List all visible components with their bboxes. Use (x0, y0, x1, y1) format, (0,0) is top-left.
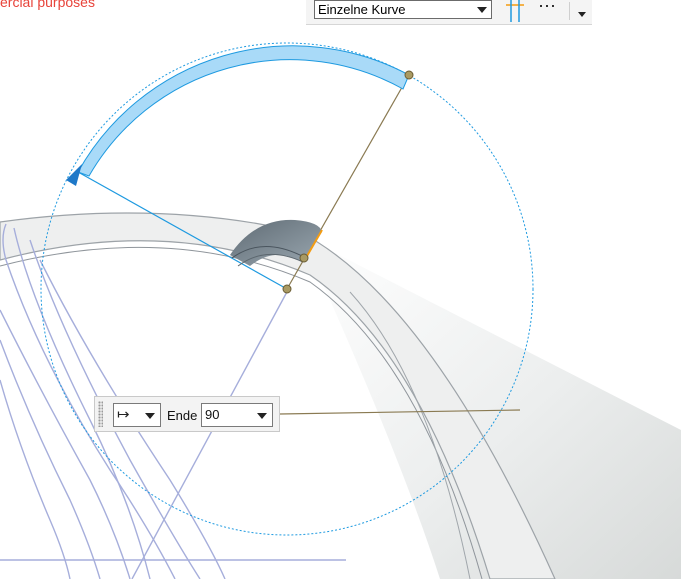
snap-point-icon[interactable] (504, 0, 526, 22)
selection-filter-value: Einzelne Kurve (318, 2, 406, 17)
rotation-arc (77, 45, 410, 177)
end-handle-point[interactable] (404, 70, 414, 80)
end-value: 90 (205, 407, 220, 422)
dynamic-input-box: ↦ Ende 90 (94, 396, 280, 432)
watermark-text: ercial purposes (0, 0, 95, 10)
toolbar-separator (569, 2, 570, 20)
end-value-field[interactable]: 90 (201, 403, 273, 427)
more-options-button[interactable]: ⋯ (538, 0, 557, 17)
chevron-down-icon (257, 413, 267, 419)
selection-toolbar: Einzelne Kurve ⋯ (306, 0, 592, 25)
selection-filter-select[interactable]: Einzelne Kurve (314, 0, 492, 19)
3d-viewport[interactable] (0, 0, 681, 579)
chevron-down-icon (477, 7, 487, 13)
limit-mode-select[interactable]: ↦ (113, 403, 161, 427)
drag-grip-handle[interactable] (98, 401, 103, 427)
toolbar-dropdown-icon[interactable] (578, 12, 586, 17)
chevron-down-icon (145, 413, 155, 419)
end-limit-icon: ↦ (117, 406, 130, 423)
end-label: Ende (167, 408, 198, 423)
center-point[interactable] (282, 284, 292, 294)
rotation-arrow-icon (66, 164, 82, 186)
mid-point[interactable] (299, 253, 309, 263)
